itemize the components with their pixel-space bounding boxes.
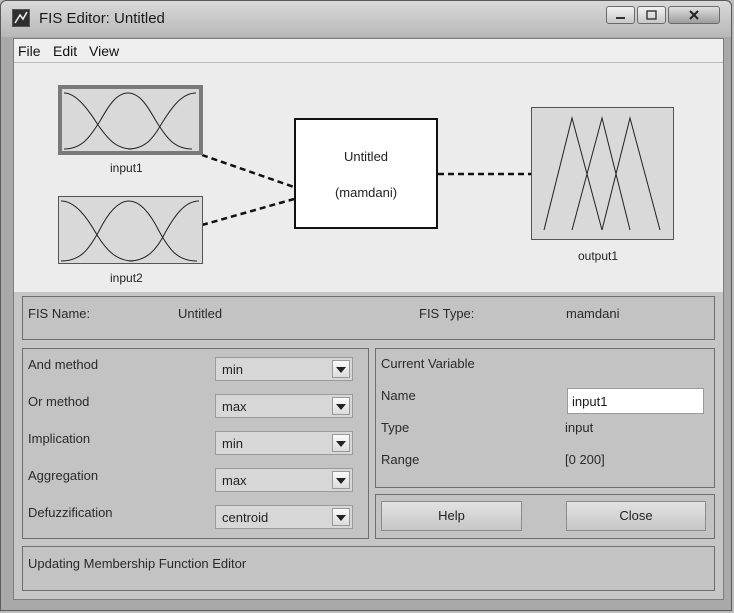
aggregation-label: Aggregation [28, 468, 99, 483]
and-method-select[interactable]: min [215, 357, 353, 381]
system-type: (mamdani) [334, 185, 398, 200]
variable-type-label: Type [381, 420, 410, 435]
aggregation-select[interactable]: max [215, 468, 353, 492]
fis-system-block[interactable]: Untitled (mamdani) [294, 118, 438, 229]
fis-info-panel: FIS Name: Untitled FIS Type: mamdani [22, 296, 715, 340]
status-panel: Updating Membership Function Editor [22, 546, 715, 591]
chevron-down-icon[interactable] [332, 397, 350, 415]
output1-label: output1 [578, 249, 619, 263]
implication-select[interactable]: min [215, 431, 353, 455]
close-button[interactable]: Close [566, 501, 706, 531]
editor-content: File Edit View input1 input2 Untitled (m… [13, 38, 724, 600]
implication-label: Implication [28, 431, 91, 446]
fis-diagram: input1 input2 Untitled (mamdani) output1 [14, 63, 723, 292]
menu-view[interactable]: View [89, 43, 119, 59]
chevron-down-icon[interactable] [332, 360, 350, 378]
variable-name-label: Name [381, 388, 416, 403]
and-method-label: And method [28, 357, 99, 372]
fis-type-label: FIS Type: [419, 306, 475, 321]
current-variable-heading: Current Variable [381, 356, 475, 371]
menu-file[interactable]: File [18, 43, 41, 59]
system-name: Untitled [343, 149, 389, 164]
button-panel: Help Close [375, 494, 715, 539]
chevron-down-icon[interactable] [332, 434, 350, 452]
methods-panel: And method min Or method max Implication… [22, 348, 369, 539]
minimize-button[interactable] [606, 6, 635, 24]
title-bar[interactable]: FIS Editor: Untitled [1, 1, 731, 37]
input2-label: input2 [110, 271, 143, 285]
triangular-mf-icon [543, 116, 661, 231]
variable-range-label: Range [381, 452, 420, 467]
chevron-down-icon[interactable] [332, 508, 350, 526]
maximize-button[interactable] [637, 6, 666, 24]
defuzzification-label: Defuzzification [28, 505, 113, 520]
help-button[interactable]: Help [381, 501, 522, 531]
fis-name-label: FIS Name: [28, 306, 91, 321]
fis-type-value: mamdani [566, 306, 620, 321]
gaussian-mf-icon [60, 200, 200, 262]
defuzzification-select[interactable]: centroid [215, 505, 353, 529]
matlab-app-icon [12, 9, 30, 27]
menu-bar: File Edit View [14, 39, 723, 63]
input2-mf-block[interactable] [58, 196, 203, 264]
chevron-down-icon[interactable] [332, 471, 350, 489]
window-title: FIS Editor: Untitled [39, 10, 165, 27]
or-method-label: Or method [28, 394, 90, 409]
gaussian-mf-icon [63, 92, 197, 150]
menu-edit[interactable]: Edit [53, 43, 77, 59]
fis-name-value: Untitled [178, 306, 223, 321]
variable-name-input[interactable] [567, 388, 704, 414]
status-text: Updating Membership Function Editor [28, 556, 247, 571]
fis-editor-window: FIS Editor: Untitled File Edit View inpu… [0, 0, 732, 611]
current-variable-panel: Current Variable Name Type input Range [… [375, 348, 715, 488]
input1-label: input1 [110, 161, 143, 175]
variable-type-value: input [565, 420, 594, 435]
input1-mf-block[interactable] [58, 85, 203, 155]
close-window-button[interactable] [668, 6, 720, 24]
variable-range-value: [0 200] [565, 452, 605, 467]
output1-mf-block[interactable] [531, 107, 674, 240]
or-method-select[interactable]: max [215, 394, 353, 418]
